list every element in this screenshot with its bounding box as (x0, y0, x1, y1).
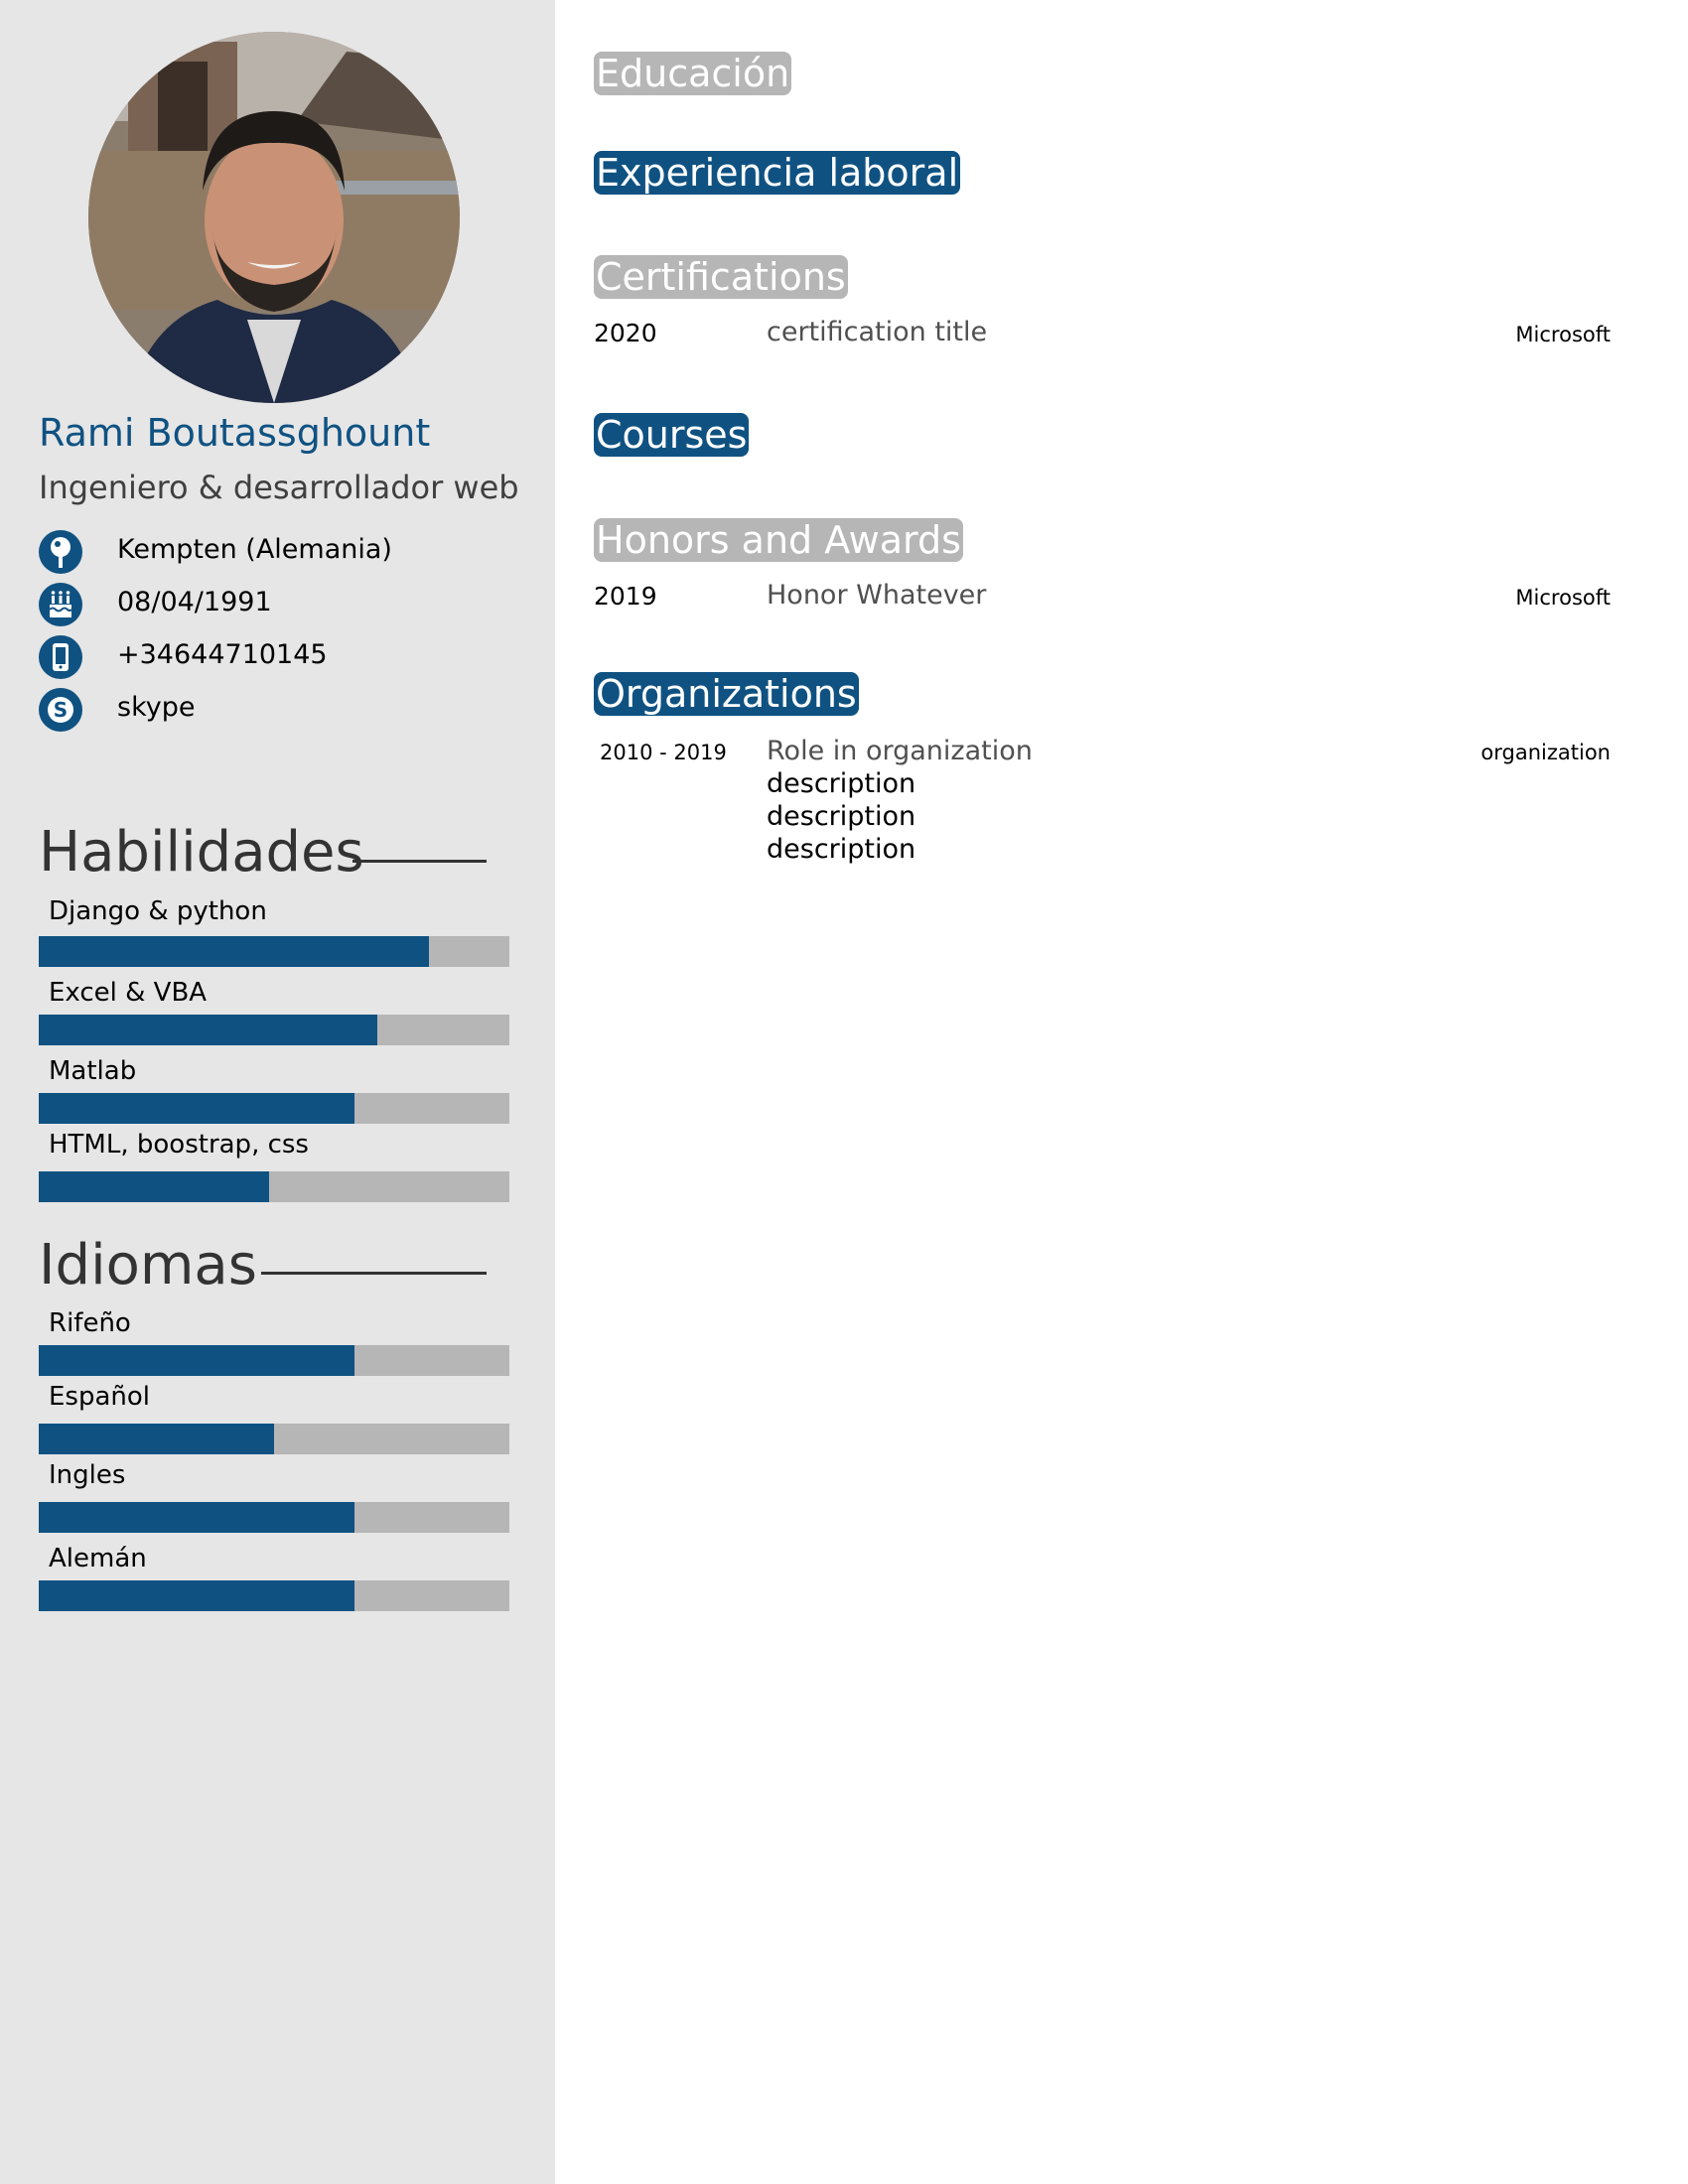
skill-label: Matlab (49, 1056, 137, 1086)
skill-bar (39, 1015, 509, 1045)
contact-skype: S skype (39, 688, 535, 732)
skill-label: Excel & VBA (49, 978, 208, 1008)
skill-bar (39, 1093, 509, 1124)
language-label: Rifeño (49, 1308, 131, 1338)
language-label: Alemán (49, 1544, 147, 1573)
certification-org: Microsoft (1515, 323, 1611, 346)
honor-org: Microsoft (1515, 586, 1611, 610)
languages-title: Idiomas (39, 1233, 257, 1297)
skill-bar-fill (39, 1015, 378, 1045)
location-pin-icon (39, 530, 82, 574)
language-bar (39, 1502, 509, 1533)
language-label: Ingles (49, 1460, 126, 1490)
organization-date: 2010 - 2019 (600, 741, 727, 764)
skill-bar-fill (39, 1171, 270, 1202)
skill-label: HTML, boostrap, css (49, 1130, 309, 1160)
language-bar-fill (39, 1345, 354, 1376)
contact-location-text: Kempten (Alemania) (117, 534, 392, 565)
skill-bar-fill (39, 936, 430, 967)
mobile-phone-icon (39, 635, 82, 679)
language-label: Español (49, 1382, 151, 1412)
language-bar-fill (39, 1580, 354, 1611)
contact-phone: +34644710145 (39, 635, 535, 679)
organization-description: description (767, 834, 916, 865)
skill-bar (39, 936, 509, 967)
languages-title-rule (261, 1272, 487, 1275)
skills-title-rule (352, 860, 487, 863)
profile-role: Ingeniero & desarrollador web (39, 469, 519, 506)
honor-date: 2019 (594, 582, 657, 611)
section-certifications-title: Certifications (594, 255, 848, 299)
skill-bar (39, 1171, 509, 1202)
profile-name: Rami Boutassghount (39, 411, 431, 455)
organization-description: description (767, 768, 916, 799)
organization-description: description (767, 801, 916, 832)
section-organizations-title: Organizations (594, 672, 859, 716)
skill-label: Django & python (49, 896, 267, 926)
profile-photo (88, 32, 460, 403)
organization-name: organization (1480, 741, 1611, 764)
section-experience-title: Experiencia laboral (594, 151, 961, 195)
birthday-cake-icon (39, 583, 82, 626)
svg-text:S: S (54, 698, 68, 722)
main-content: Educación Experiencia laboral Certificat… (555, 0, 1688, 2184)
language-bar (39, 1345, 509, 1376)
contact-birthday-text: 08/04/1991 (117, 587, 272, 617)
language-bar (39, 1580, 509, 1611)
language-bar-fill (39, 1502, 354, 1533)
skype-icon: S (39, 688, 82, 732)
contact-birthday: 08/04/1991 (39, 583, 535, 626)
section-honors-title: Honors and Awards (594, 518, 963, 562)
honor-title: Honor Whatever (767, 580, 987, 611)
certification-date: 2020 (594, 319, 657, 347)
contact-skype-text: skype (117, 692, 196, 723)
sidebar: Rami Boutassghount Ingeniero & desarroll… (0, 0, 555, 2184)
section-education-title: Educación (594, 52, 792, 95)
section-courses-title: Courses (594, 413, 750, 457)
language-bar-fill (39, 1424, 274, 1454)
language-bar (39, 1424, 509, 1454)
certification-title: certification title (767, 317, 988, 347)
contact-phone-text: +34644710145 (117, 639, 328, 670)
contact-location: Kempten (Alemania) (39, 530, 535, 574)
organization-role: Role in organization (767, 736, 1033, 766)
skills-title: Habilidades (39, 820, 364, 885)
skill-bar-fill (39, 1093, 354, 1124)
